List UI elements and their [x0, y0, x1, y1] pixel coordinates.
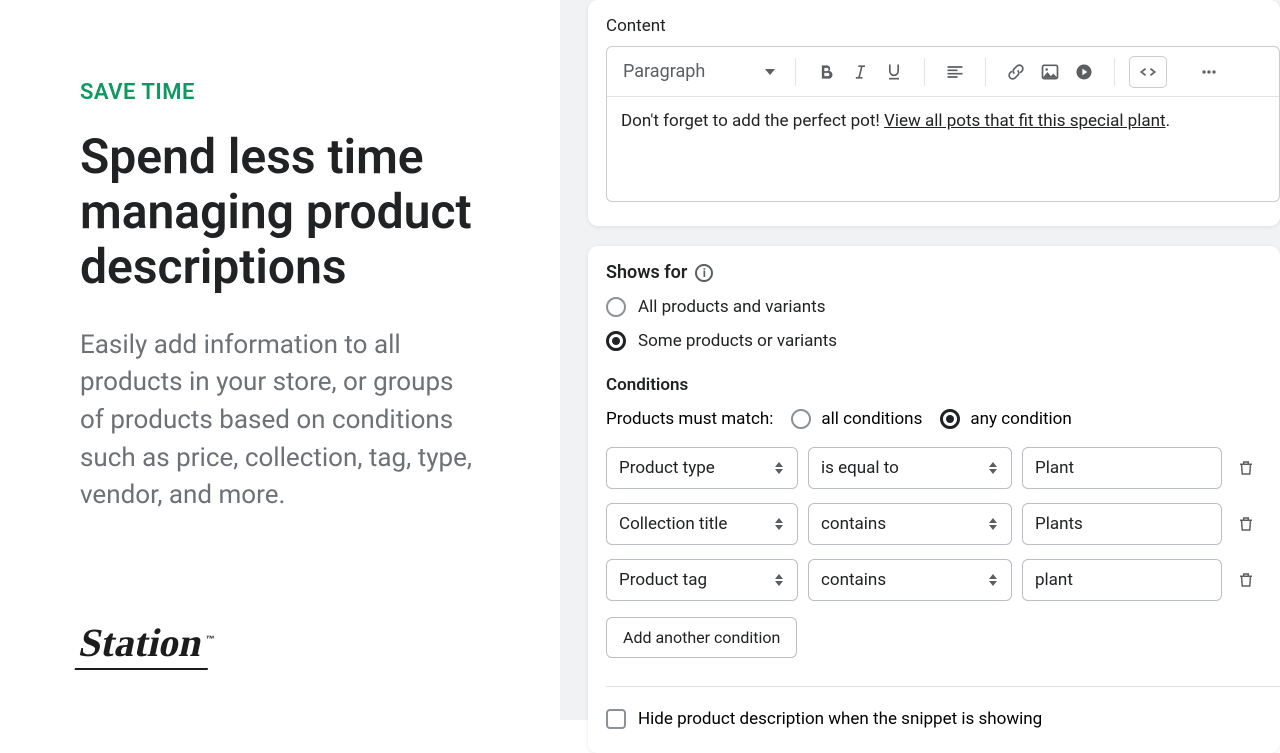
stepper-icon: [773, 574, 785, 586]
match-label: Products must match:: [606, 409, 773, 429]
info-icon[interactable]: i: [695, 264, 713, 282]
shows-for-title: Shows for: [606, 262, 687, 283]
condition-field-select[interactable]: Product tag: [606, 559, 798, 601]
condition-value-input[interactable]: plant: [1022, 559, 1222, 601]
chevron-down-icon: [765, 69, 775, 75]
editor-content[interactable]: Don't forget to add the perfect pot! Vie…: [607, 97, 1279, 201]
radio-icon-checked: [606, 331, 626, 351]
hide-description-label: Hide product description when the snippe…: [638, 709, 1042, 729]
stepper-icon: [987, 518, 999, 530]
condition-op-select[interactable]: contains: [808, 503, 1012, 545]
delete-condition-button[interactable]: [1232, 560, 1260, 600]
select-value: is equal to: [821, 458, 899, 478]
stepper-icon: [987, 574, 999, 586]
condition-op-select[interactable]: contains: [808, 559, 1012, 601]
stepper-icon: [773, 462, 785, 474]
match-any-label: any condition: [970, 409, 1071, 429]
condition-value-input[interactable]: Plant: [1022, 447, 1222, 489]
content-card: Content Paragraph: [588, 0, 1280, 226]
radio-match-any[interactable]: any condition: [940, 409, 1071, 429]
radio-some-label: Some products or variants: [638, 331, 837, 351]
radio-icon: [606, 297, 626, 317]
condition-row: Collection title contains Plants: [606, 503, 1280, 545]
video-button[interactable]: [1068, 56, 1100, 88]
match-all-label: all conditions: [821, 409, 922, 429]
paragraph-dropdown[interactable]: Paragraph: [619, 55, 781, 88]
editor-link[interactable]: View all pots that fit this special plan…: [884, 111, 1166, 131]
condition-op-select[interactable]: is equal to: [808, 447, 1012, 489]
select-value: Product type: [619, 458, 715, 478]
delete-condition-button[interactable]: [1232, 504, 1260, 544]
content-label: Content: [606, 16, 1280, 36]
select-value: Collection title: [619, 514, 727, 534]
bold-button[interactable]: [810, 56, 842, 88]
delete-condition-button[interactable]: [1232, 448, 1260, 488]
select-value: contains: [821, 570, 886, 590]
headline: Spend less time managing product descrip…: [80, 129, 480, 295]
conditions-header: Conditions: [606, 375, 1280, 395]
add-condition-button[interactable]: Add another condition: [606, 617, 797, 658]
link-button[interactable]: [1000, 56, 1032, 88]
select-value: contains: [821, 514, 886, 534]
subhead: Easily add information to all products i…: [80, 327, 480, 515]
editor-text-post: .: [1166, 111, 1170, 131]
radio-icon-checked: [940, 409, 960, 429]
align-button[interactable]: [939, 56, 971, 88]
code-button[interactable]: [1129, 56, 1167, 88]
stepper-icon: [987, 462, 999, 474]
condition-row: Product type is equal to Plant: [606, 447, 1280, 489]
radio-icon: [791, 409, 811, 429]
station-logo: Station: [75, 619, 219, 670]
radio-some-products[interactable]: Some products or variants: [606, 331, 1280, 351]
condition-row: Product tag contains plant: [606, 559, 1280, 601]
shows-for-card: Shows for i All products and variants So…: [588, 246, 1280, 753]
select-value: Product tag: [619, 570, 707, 590]
italic-button[interactable]: [844, 56, 876, 88]
more-button[interactable]: [1193, 56, 1225, 88]
paragraph-label: Paragraph: [623, 61, 705, 82]
eyebrow: SAVE TIME: [80, 80, 480, 105]
rich-text-editor: Paragraph: [606, 46, 1280, 202]
radio-match-all[interactable]: all conditions: [791, 409, 922, 429]
condition-field-select[interactable]: Product type: [606, 447, 798, 489]
stepper-icon: [773, 518, 785, 530]
radio-all-products[interactable]: All products and variants: [606, 297, 1280, 317]
underline-button[interactable]: [878, 56, 910, 88]
condition-field-select[interactable]: Collection title: [606, 503, 798, 545]
hide-description-checkbox[interactable]: [606, 709, 626, 729]
radio-all-label: All products and variants: [638, 297, 825, 317]
editor-text-pre: Don't forget to add the perfect pot!: [621, 111, 884, 131]
editor-toolbar: Paragraph: [607, 47, 1279, 97]
image-button[interactable]: [1034, 56, 1066, 88]
condition-value-input[interactable]: Plants: [1022, 503, 1222, 545]
